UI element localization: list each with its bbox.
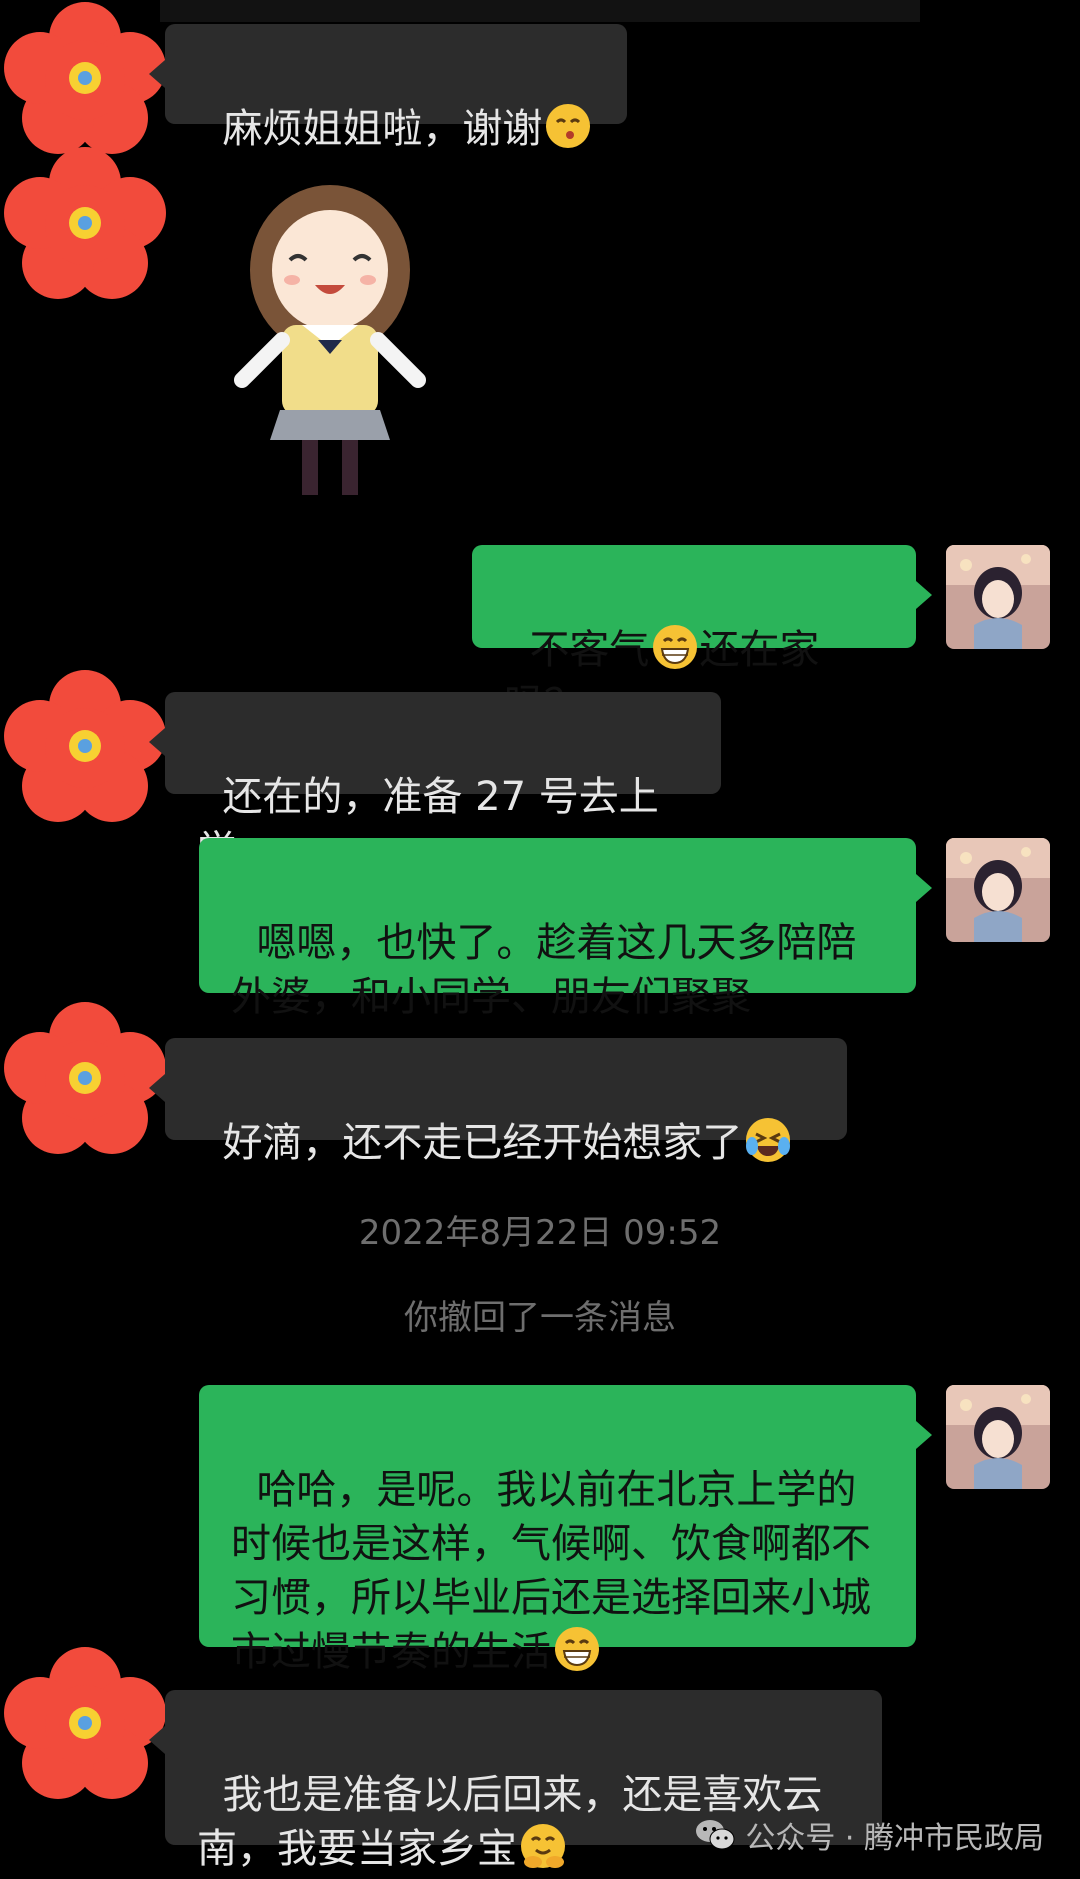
wechat-icon (695, 1818, 735, 1852)
message-bubble-outgoing[interactable]: 不客气还在家吗？ (472, 545, 932, 727)
flower-avatar[interactable] (0, 0, 170, 160)
girl-cheering-sticker[interactable] (230, 175, 430, 505)
hugging-face-emoji-icon (519, 1822, 567, 1870)
girl-portrait-icon (946, 545, 1050, 649)
message-bubble-incoming[interactable]: 还在的，准备 27 号去上学 (149, 692, 721, 874)
message-bubble-incoming[interactable]: 好滴，还不走已经开始想家了 (149, 1038, 847, 1166)
grinning-face-emoji-icon (553, 1625, 601, 1673)
girl-portrait-icon (946, 1385, 1050, 1489)
kissing-face-emoji-icon (544, 102, 592, 150)
flower-icon (4, 2, 166, 154)
girl-portrait-icon (946, 838, 1050, 942)
message-text: 麻烦姐姐啦，谢谢 (222, 106, 543, 152)
watermark-text: 公众号 · 腾冲市民政局 (745, 1821, 1044, 1856)
message-bubble-outgoing[interactable]: 哈哈，是呢。我以前在北京上学的时候也是这样，气候啊、饮食啊都不习惯，所以毕业后还… (199, 1385, 932, 1675)
message-text: 嗯嗯，也快了。趁着这几天多陪陪外婆，和小同学、朋友们聚聚 (231, 920, 857, 1020)
self-avatar[interactable] (946, 838, 1050, 942)
recall-notice[interactable]: 你撤回了一条消息 (0, 1290, 1080, 1339)
laughing-crying-emoji-icon (744, 1116, 792, 1164)
chat-timestamp: 2022年8月22日 09:52 (358, 1213, 722, 1253)
message-bubble-outgoing[interactable]: 嗯嗯，也快了。趁着这几天多陪陪外婆，和小同学、朋友们聚聚 (199, 838, 932, 1020)
watermark: 公众号 · 腾冲市民政局 (695, 1813, 1044, 1857)
flower-icon (4, 147, 166, 299)
top-edge-strip (160, 0, 920, 22)
message-text: 好滴，还不走已经开始想家了 (222, 1120, 743, 1166)
flower-avatar[interactable] (0, 668, 170, 828)
flower-avatar[interactable] (0, 145, 170, 305)
grinning-face-emoji-icon (651, 623, 699, 671)
flower-icon (4, 670, 166, 822)
self-avatar[interactable] (946, 545, 1050, 649)
flower-icon (4, 1647, 166, 1799)
message-text: 不客气 (529, 627, 650, 673)
message-bubble-incoming[interactable]: 麻烦姐姐啦，谢谢 (149, 24, 627, 152)
message-text: 哈哈，是呢。我以前在北京上学的时候也是这样，气候啊、饮食啊都不习惯，所以毕业后还… (231, 1467, 871, 1675)
flower-icon (4, 1002, 166, 1154)
flower-avatar[interactable] (0, 1645, 170, 1805)
flower-avatar[interactable] (0, 1000, 170, 1160)
self-avatar[interactable] (946, 1385, 1050, 1489)
